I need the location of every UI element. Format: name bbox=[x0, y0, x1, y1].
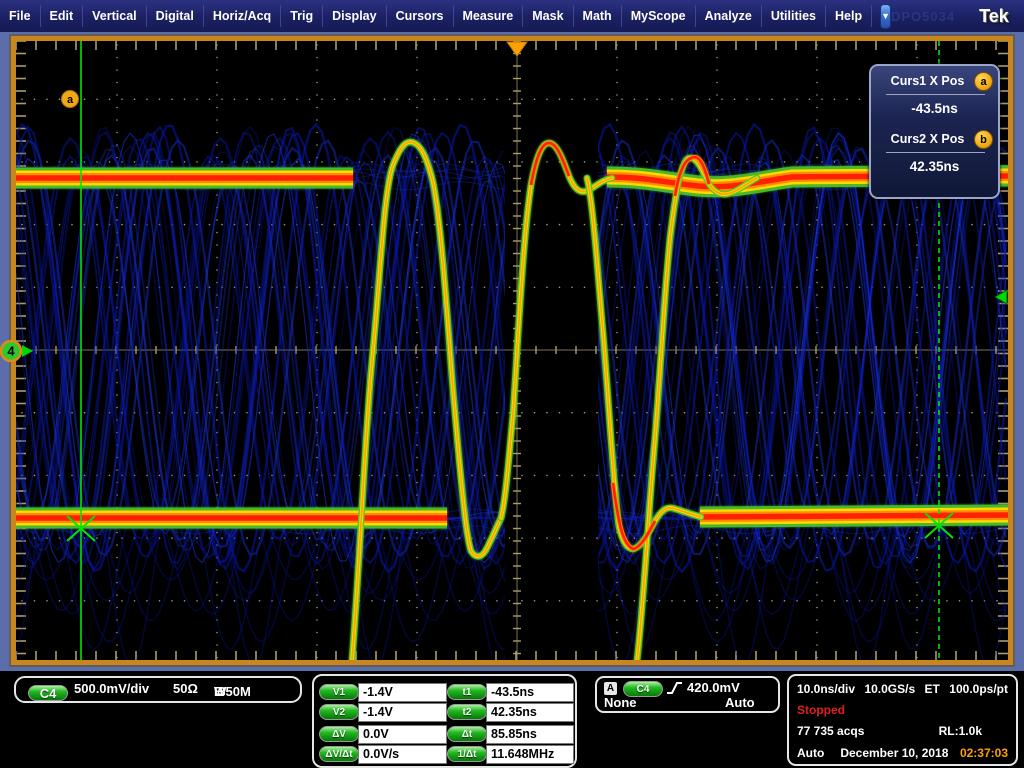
t2-value: 42.35ns bbox=[486, 703, 574, 722]
v1-pill: V1 bbox=[319, 684, 359, 700]
channel-impedance: 50Ω bbox=[173, 681, 198, 696]
menu-item-digital[interactable]: Digital bbox=[147, 5, 204, 27]
dv-dt-value: 0.0V/s bbox=[358, 745, 447, 764]
curs2-value: 42.35ns bbox=[871, 159, 998, 174]
menu-item-file[interactable]: File bbox=[0, 5, 41, 27]
curs1-title-row: Curs1 X Pos a bbox=[871, 74, 998, 88]
channel-readout[interactable]: C4 500.0mV/div 50Ω BW:350M bbox=[14, 676, 302, 703]
acq-status: Stopped bbox=[797, 703, 845, 717]
time-label: 02:37:03 bbox=[960, 746, 1008, 760]
menu-item-cursors[interactable]: Cursors bbox=[387, 5, 454, 27]
t2-pill: t2 bbox=[447, 704, 487, 720]
menu-item-utilities[interactable]: Utilities bbox=[762, 5, 826, 27]
acq-count: 77 735 acqs bbox=[797, 724, 864, 738]
delta-t-pill: Δt bbox=[447, 726, 487, 742]
trig-mode-label: Auto bbox=[797, 746, 824, 760]
one-over-dt-pill: 1/Δt bbox=[447, 746, 487, 762]
channel-c4-pill[interactable]: C4 bbox=[28, 685, 68, 701]
tek-logo: Tek bbox=[979, 6, 1009, 27]
model-ghost-text: DPO5034 bbox=[891, 9, 955, 24]
readout-divider bbox=[886, 152, 985, 153]
channel-scale: 500.0mV/div bbox=[74, 681, 149, 696]
menu-item-horiz-acq[interactable]: Horiz/Acq bbox=[204, 5, 281, 27]
chevron-down-icon: ▼ bbox=[881, 11, 890, 21]
resolution: 100.0ps/pt bbox=[949, 682, 1008, 696]
t1-pill: t1 bbox=[447, 684, 487, 700]
trigger-level: 420.0mV bbox=[687, 680, 740, 695]
rising-edge-icon bbox=[666, 680, 683, 701]
menu-item-vertical[interactable]: Vertical bbox=[83, 5, 146, 27]
et-flag: ET bbox=[925, 682, 940, 696]
readout-divider bbox=[886, 94, 985, 95]
menu-item-myscope[interactable]: MyScope bbox=[622, 5, 696, 27]
trigger-a-badge: A bbox=[604, 682, 617, 695]
timebase: 10.0ns/div bbox=[797, 682, 855, 696]
menu-item-mask[interactable]: Mask bbox=[523, 5, 573, 27]
sample-rate: 10.0GS/s bbox=[864, 682, 915, 696]
menu-item-edit[interactable]: Edit bbox=[41, 5, 84, 27]
menu-item-analyze[interactable]: Analyze bbox=[696, 5, 762, 27]
bottom-readout-bar: C4 500.0mV/div 50Ω BW:350M V1 -1.4V V2 -… bbox=[0, 671, 1024, 768]
curs2-title-row: Curs2 X Pos b bbox=[871, 132, 998, 146]
record-length: RL:1.0k bbox=[939, 724, 982, 738]
menu-item-math[interactable]: Math bbox=[574, 5, 622, 27]
cursor-a-badge-icon: a bbox=[974, 72, 993, 91]
delta-v-pill: ΔV bbox=[319, 726, 359, 742]
t1-value: -43.5ns bbox=[486, 683, 574, 702]
menu-overflow-button[interactable]: ▼ bbox=[880, 4, 891, 29]
menu-item-display[interactable]: Display bbox=[323, 5, 386, 27]
delta-t-value: 85.85ns bbox=[486, 725, 574, 744]
trigger-holdoff: None bbox=[604, 695, 637, 710]
one-over-dt-value: 11.648MHz bbox=[486, 745, 574, 764]
menu-item-help[interactable]: Help bbox=[826, 5, 872, 27]
menu-item-trig[interactable]: Trig bbox=[281, 5, 323, 27]
menu-item-measure[interactable]: Measure bbox=[454, 5, 524, 27]
curs2-label: Curs2 X Pos bbox=[891, 132, 965, 146]
oscilloscope-screen: File Edit Vertical Digital Horiz/Acq Tri… bbox=[0, 0, 1024, 768]
dv-dt-pill: ΔV/Δt bbox=[319, 746, 359, 762]
cursor-measurement-panel: V1 -1.4V V2 -1.4V ΔV 0.0V ΔV/Δt 0.0V/s t… bbox=[312, 674, 577, 768]
v2-pill: V2 bbox=[319, 704, 359, 720]
v1-value: -1.4V bbox=[358, 683, 447, 702]
delta-v-value: 0.0V bbox=[358, 725, 447, 744]
trigger-mode: Auto bbox=[725, 695, 755, 710]
date-label: December 10, 2018 bbox=[840, 746, 948, 760]
v2-value: -1.4V bbox=[358, 703, 447, 722]
cursor-readout-box[interactable]: Curs1 X Pos a -43.5ns Curs2 X Pos b 42.3… bbox=[869, 64, 1000, 199]
cursor-b-badge-icon: b bbox=[974, 130, 993, 149]
menu-bar: File Edit Vertical Digital Horiz/Acq Tri… bbox=[0, 0, 1024, 32]
curs1-label: Curs1 X Pos bbox=[891, 74, 965, 88]
curs1-value: -43.5ns bbox=[871, 101, 998, 116]
trigger-readout[interactable]: A C4 420.0mV None Auto bbox=[595, 676, 780, 713]
horizontal-acquisition-readout[interactable]: 10.0ns/div 10.0GS/s ET 100.0ps/pt Stoppe… bbox=[787, 674, 1018, 766]
